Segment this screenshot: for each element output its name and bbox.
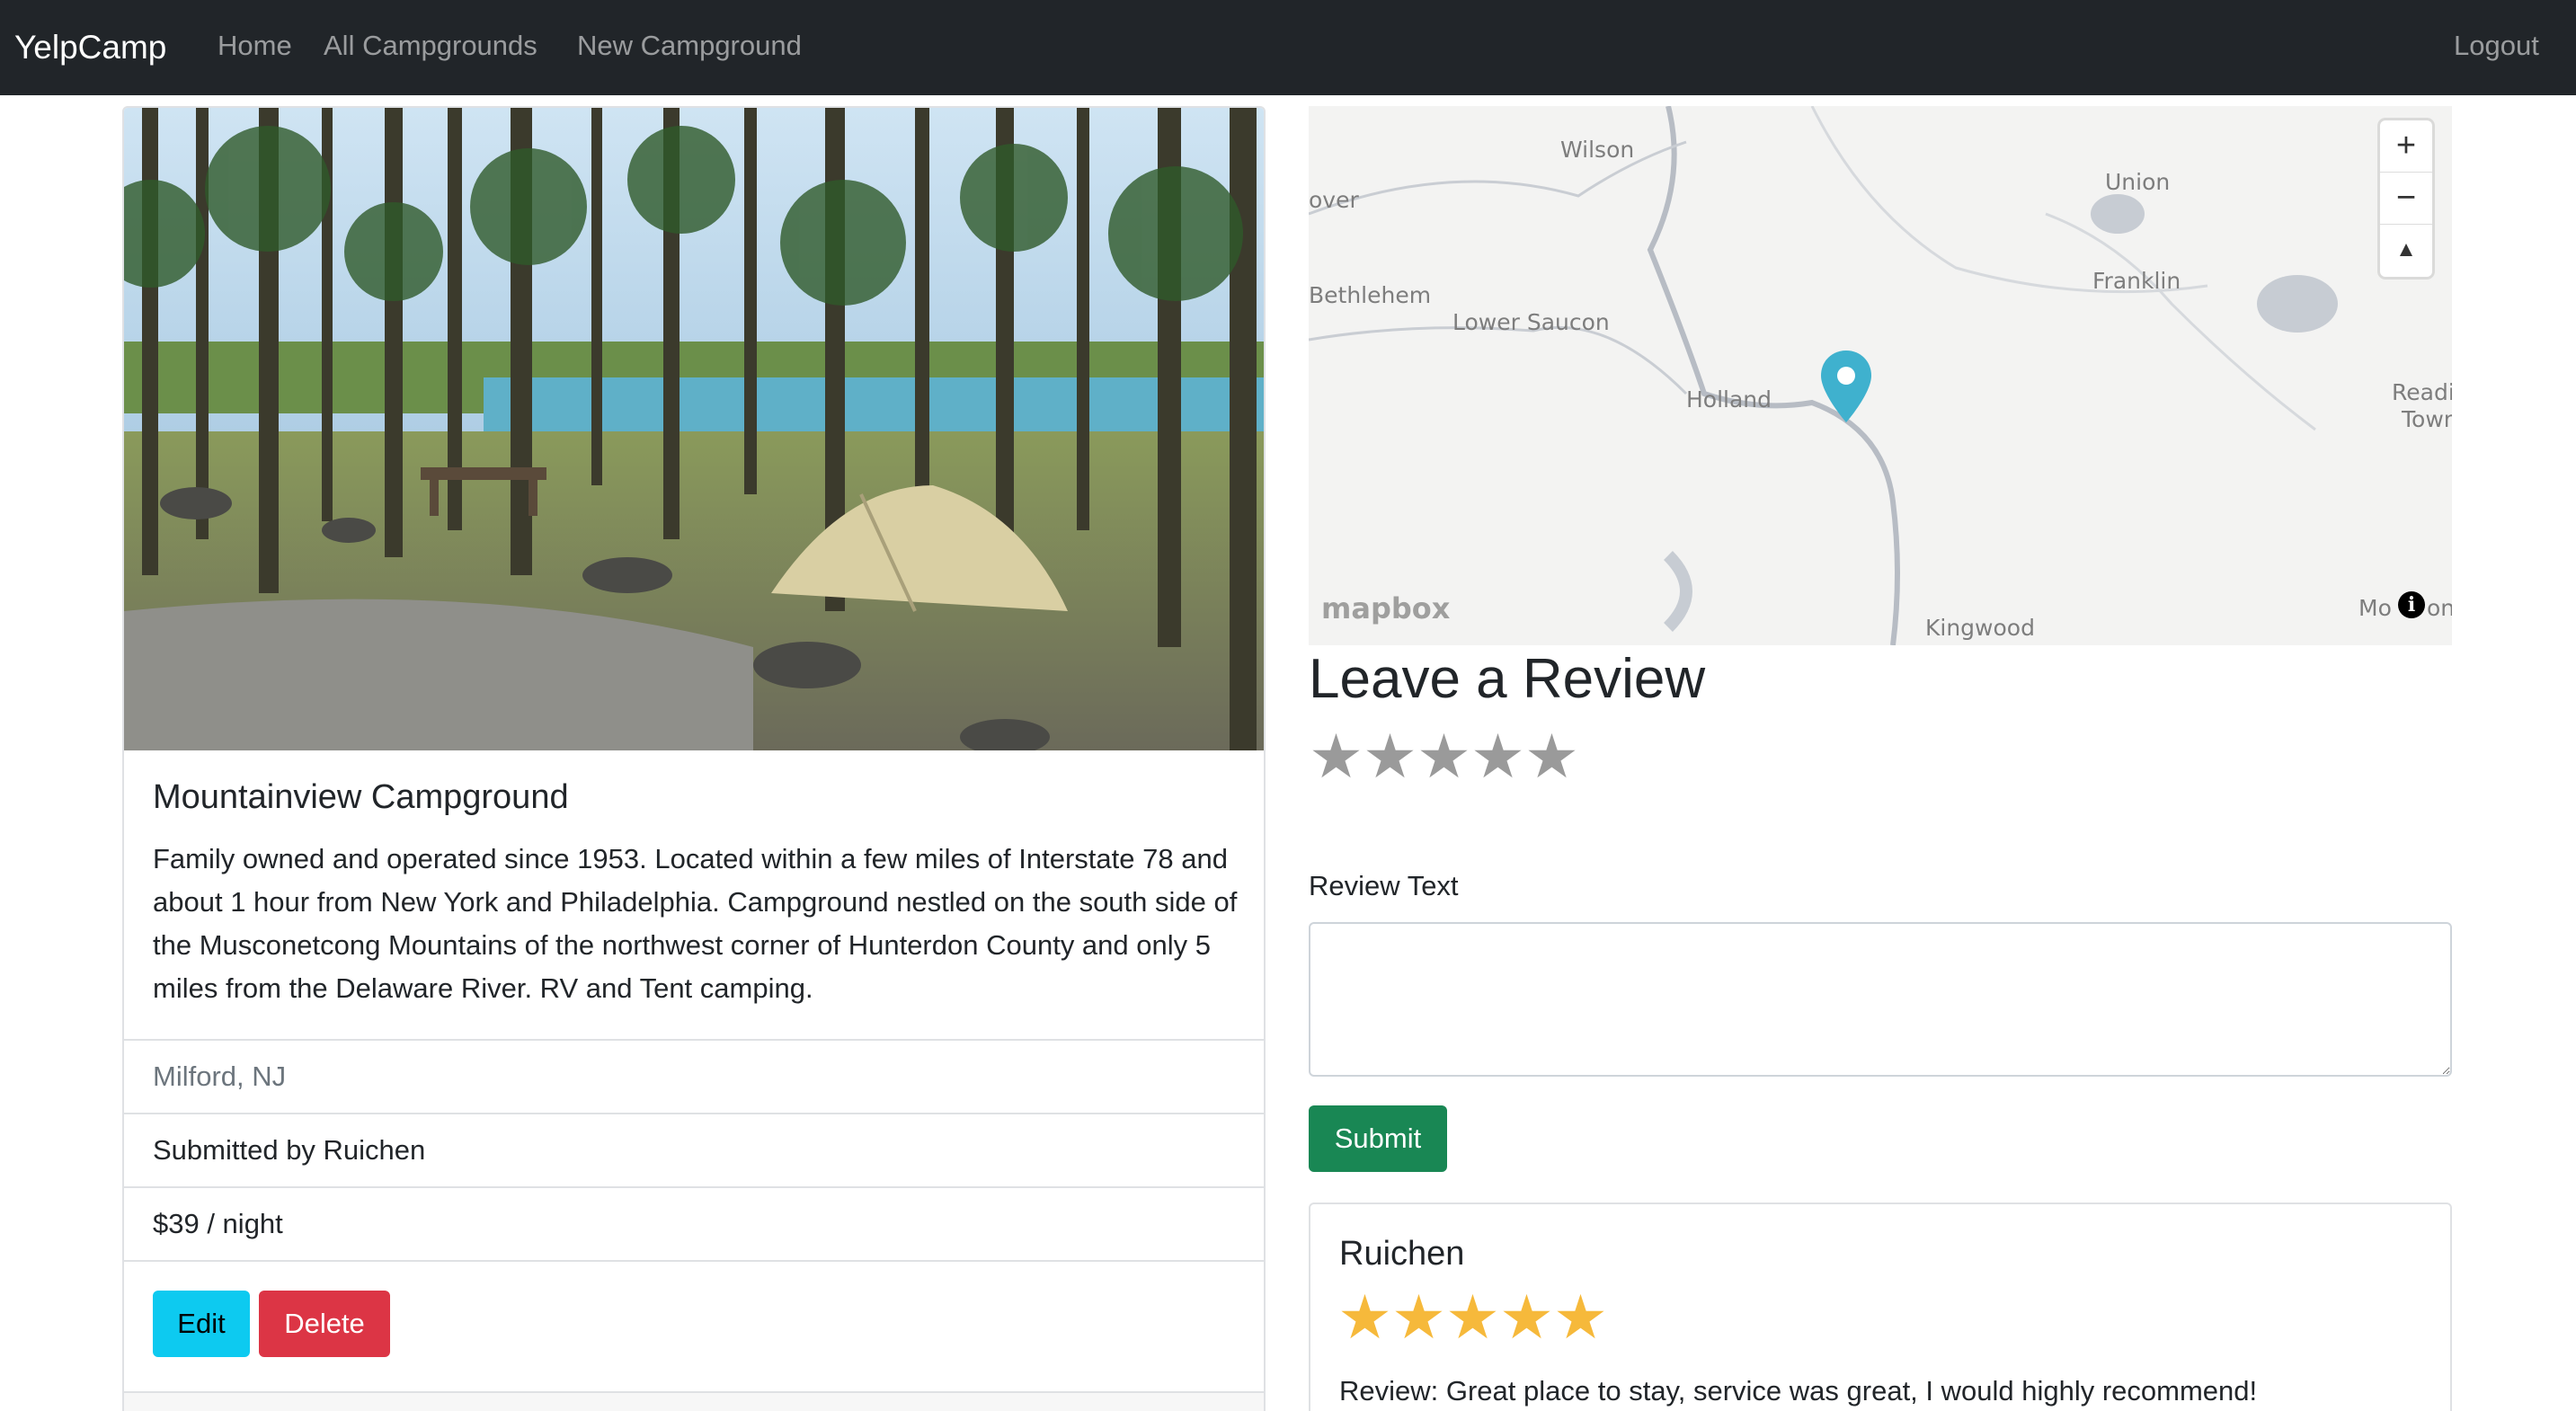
delete-button[interactable]: Delete xyxy=(259,1291,390,1357)
campground-title: Mountainview Campground xyxy=(153,778,569,816)
star-icon: ★ xyxy=(1337,1283,1392,1352)
nav-home-link[interactable]: Home xyxy=(218,0,292,95)
review-rating: ★ ★ ★ ★ ★ xyxy=(1337,1283,1608,1352)
review-text: Review: Great place to stay, service was… xyxy=(1339,1375,2258,1407)
map-label-reading: Readi xyxy=(2392,379,2452,405)
map-label-wilson: Wilson xyxy=(1560,137,1635,163)
map-label-holland: Holland xyxy=(1686,386,1772,413)
campground-description: Family owned and operated since 1953. Lo… xyxy=(153,843,1238,1004)
navbar: YelpCamp Home All Campgrounds New Campgr… xyxy=(0,0,2576,95)
review-text-label: Review Text xyxy=(1309,870,1459,901)
star-icon: ★ xyxy=(1445,1283,1500,1352)
brand-logo[interactable]: YelpCamp xyxy=(14,0,166,95)
mapbox-logo[interactable]: mapbox xyxy=(1321,591,1450,626)
campground-author: Submitted by Ruichen xyxy=(124,1113,1264,1186)
nav-new-campground-link[interactable]: New Campground xyxy=(577,0,802,95)
zoom-in-button[interactable]: + xyxy=(2380,120,2432,173)
map-label-lower-saucon: Lower Saucon xyxy=(1452,309,1610,335)
rating-input[interactable]: ★ ★ ★ ★ ★ xyxy=(1309,726,1579,787)
map-pin-icon[interactable] xyxy=(1819,349,1873,424)
info-icon[interactable]: i xyxy=(2398,591,2425,618)
star-icon[interactable]: ★ xyxy=(1309,726,1364,787)
review-text-input[interactable] xyxy=(1309,922,2452,1077)
compass-icon[interactable]: ▲ xyxy=(2380,225,2432,277)
campground-card: Mountainview Campground Family owned and… xyxy=(122,106,1266,1411)
review-author: Ruichen xyxy=(1339,1235,1465,1273)
campground-photo xyxy=(124,108,1264,750)
map-label-franklin: Franklin xyxy=(2092,268,2181,294)
campground-map[interactable]: Wilson over Union Franklin Bethlehem Low… xyxy=(1309,106,2452,645)
map-label-mo: Mo xyxy=(2358,595,2392,621)
submit-button[interactable]: Submit xyxy=(1309,1105,1447,1172)
star-icon[interactable]: ★ xyxy=(1524,726,1579,787)
map-controls: + − ▲ xyxy=(2380,120,2432,277)
star-icon[interactable]: ★ xyxy=(1470,726,1525,787)
review-heading: Leave a Review xyxy=(1309,648,1706,710)
zoom-out-button[interactable]: − xyxy=(2380,173,2432,225)
edit-button[interactable]: Edit xyxy=(153,1291,250,1357)
map-label-kingwood: Kingwood xyxy=(1925,615,2035,641)
star-icon[interactable]: ★ xyxy=(1363,726,1417,787)
map-label-bethlehem: Bethlehem xyxy=(1309,282,1432,308)
map-terrain xyxy=(1309,106,2338,645)
map-label-union: Union xyxy=(2105,169,2171,195)
star-icon: ★ xyxy=(1499,1283,1554,1352)
nav-logout-link[interactable]: Logout xyxy=(2454,0,2539,95)
map-label-on: on xyxy=(2427,595,2452,621)
review-card: Ruichen ★ ★ ★ ★ ★ Review: Great place to… xyxy=(1309,1202,2452,1411)
star-icon[interactable]: ★ xyxy=(1417,726,1471,787)
map-label-over: over xyxy=(1309,187,1359,213)
card-footer xyxy=(124,1391,1264,1411)
star-icon: ★ xyxy=(1553,1283,1608,1352)
campground-price: $39 / night xyxy=(124,1186,1264,1260)
map-label-town: Town xyxy=(2402,406,2452,432)
star-icon: ★ xyxy=(1391,1283,1446,1352)
campground-location: Milford, NJ xyxy=(124,1039,1264,1113)
nav-all-campgrounds-link[interactable]: All Campgrounds xyxy=(324,0,537,95)
